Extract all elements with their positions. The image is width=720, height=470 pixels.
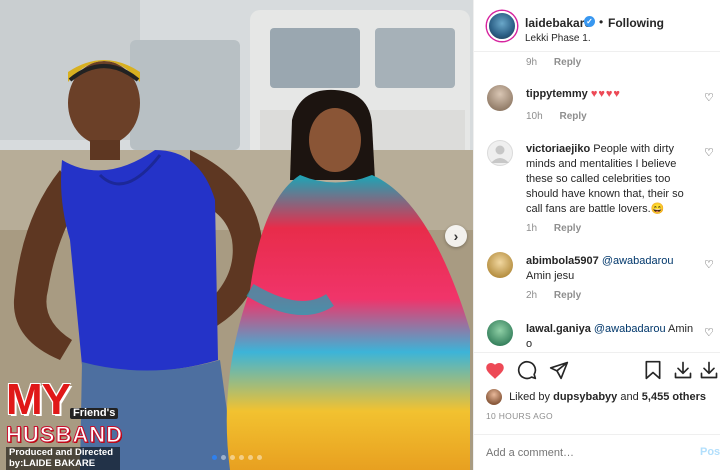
carousel-dot [229, 455, 235, 460]
carousel-dot [220, 455, 226, 460]
comment-time: 2h [526, 290, 538, 301]
comment-time: 1h [526, 223, 538, 234]
comment-body: victoriaejiko People with dirty minds an… [526, 142, 698, 217]
comment-username[interactable]: tippytemmy [526, 88, 588, 100]
comment-username[interactable]: victoriaejiko [526, 143, 590, 155]
carousel-next-icon[interactable]: › [445, 225, 467, 247]
caption-time: 9h [526, 57, 538, 68]
post-side-panel: laidebakare ✓ • Following Lekki Phase 1.… [473, 0, 720, 470]
header-separator: • [599, 15, 604, 29]
liker-username[interactable]: dupsybabyy [553, 391, 617, 403]
post-actions: Liked by dupsybabyy and 5,455 others 10 … [474, 352, 720, 428]
avatar[interactable] [487, 11, 517, 41]
post-comment-button[interactable]: Post [700, 446, 720, 458]
carousel-dot [238, 455, 244, 460]
poster-title-my: MY [6, 375, 71, 424]
liker-avatar[interactable] [486, 389, 502, 405]
like-heart-icon[interactable] [484, 359, 506, 381]
add-comment-input[interactable] [486, 445, 686, 461]
add-comment-bar: Post [474, 434, 720, 470]
comment-reply-button[interactable]: Reply [554, 290, 581, 301]
comment-mention[interactable]: @awabadarou [602, 255, 674, 267]
download-icon[interactable] [672, 359, 694, 381]
carousel-dot [247, 455, 253, 460]
share-icon[interactable] [548, 359, 570, 381]
comment-meta: 2h Reply [526, 290, 595, 301]
comment-username[interactable]: abimbola5907 [526, 255, 599, 267]
likes-prefix: Liked by [509, 390, 551, 403]
comment-username[interactable]: lawal.ganiya [526, 323, 591, 335]
comment-time: 10h [526, 111, 543, 122]
carousel-dot [211, 455, 217, 460]
comment-like-icon[interactable]: ♡ [704, 326, 714, 339]
verified-badge-icon: ✓ [584, 16, 595, 27]
likes-summary: Liked by dupsybabyy and 5,455 others [486, 389, 706, 405]
poster-title-husband: HUSBAND [6, 422, 123, 447]
comments-list[interactable]: 9h Reply tippytemmy ♥♥♥♥ ♡ 10h Reply vic… [474, 52, 720, 352]
comment-meta: 1h Reply [526, 223, 595, 234]
post-location[interactable]: Lekki Phase 1. [525, 33, 591, 44]
comment-meta: 10h Reply [526, 111, 601, 122]
comment-text: ♥♥♥♥ [590, 88, 621, 100]
comment-avatar[interactable] [487, 85, 513, 111]
carousel-dot [256, 455, 262, 460]
author-username[interactable]: laidebakare [525, 16, 591, 30]
comment-like-icon[interactable]: ♡ [704, 258, 714, 271]
poster-title-friends: Friend's [70, 408, 119, 419]
comment-avatar[interactable] [487, 320, 513, 346]
post-timestamp: 10 HOURS AGO [486, 411, 553, 421]
comment-mention[interactable]: @awabadarou [594, 323, 666, 335]
comment-reply-button[interactable]: Reply [559, 111, 586, 122]
comment-reply-button[interactable]: Reply [554, 223, 581, 234]
comment-body: lawal.ganiya @awabadarou Amin o [526, 322, 698, 352]
comment-avatar[interactable] [487, 252, 513, 278]
post-header: laidebakare ✓ • Following Lekki Phase 1. [474, 0, 720, 52]
default-avatar-icon [491, 145, 509, 163]
save-bookmark-icon[interactable] [642, 359, 664, 381]
download-alt-icon[interactable] [698, 359, 720, 381]
post-media[interactable]: MY Friend's HUSBAND Produced and Directe… [0, 0, 473, 470]
comment-body: tippytemmy ♥♥♥♥ [526, 87, 698, 102]
comment-like-icon[interactable]: ♡ [704, 146, 714, 159]
likes-count[interactable]: 5,455 others [642, 391, 706, 403]
comment-body: abimbola5907 @awabadarou Amin jesu [526, 254, 698, 284]
caption-meta: 9h Reply [526, 57, 595, 68]
comment-text: Amin jesu [526, 270, 575, 282]
comment-like-icon[interactable]: ♡ [704, 91, 714, 104]
likes-connector: and [620, 390, 639, 403]
caption-reply-button[interactable]: Reply [554, 57, 581, 68]
comment-icon[interactable] [516, 359, 538, 381]
carousel-dots [0, 455, 473, 460]
comment-avatar[interactable] [487, 140, 513, 166]
following-button[interactable]: Following [608, 16, 664, 30]
